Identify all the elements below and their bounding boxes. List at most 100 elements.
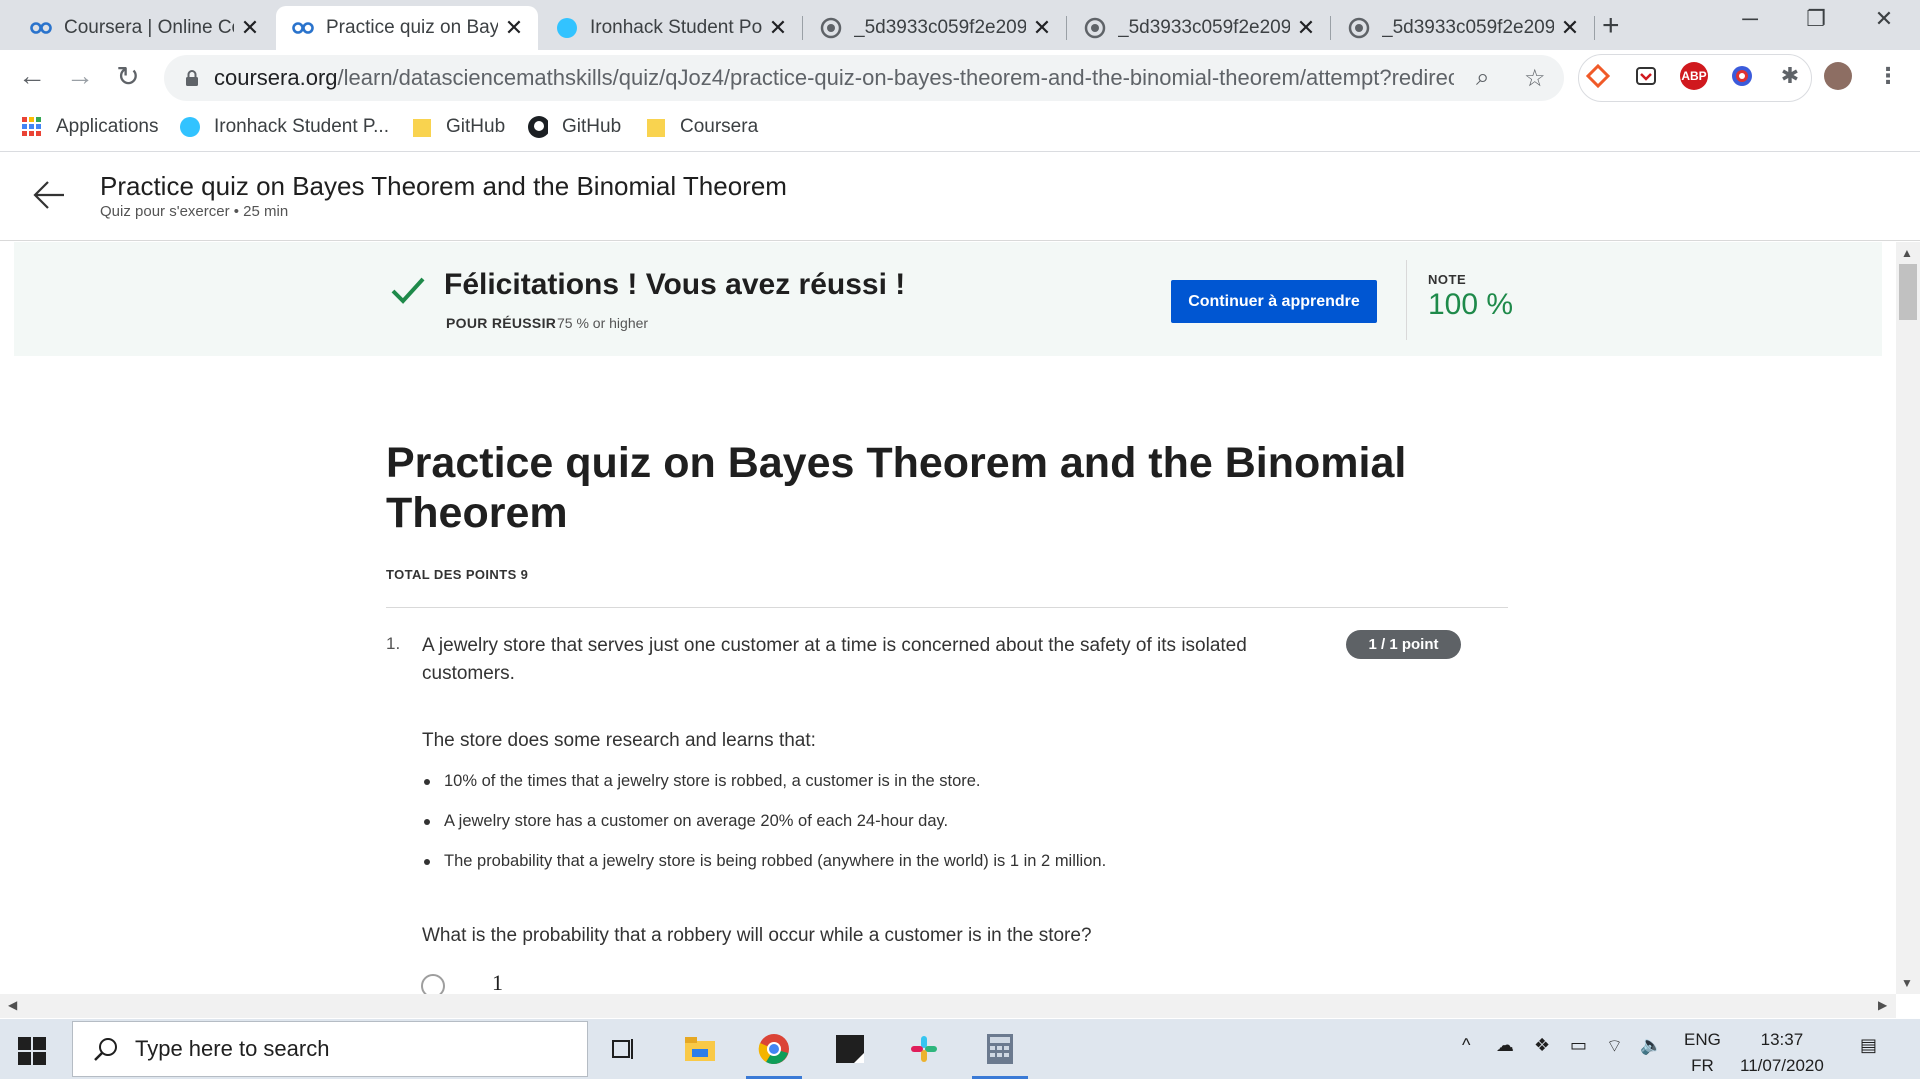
url-text: coursera.org/learn/datasciencemathskills… [214, 65, 1454, 91]
facts-list: 10% of the times that a jewelry store is… [424, 772, 1107, 892]
horizontal-scrollbar[interactable]: ◀ ▶ [0, 994, 1896, 1018]
globe-icon [1084, 17, 1106, 39]
close-icon[interactable]: ✕ [1032, 15, 1052, 41]
bookmark-label: Ironhack Student P... [214, 116, 389, 137]
question-prompt: What is the probability that a robbery w… [422, 925, 1092, 946]
windows-start-icon[interactable] [18, 1037, 46, 1065]
extensions-puzzle-icon[interactable]: ✱ [1776, 62, 1804, 90]
bookmark-github[interactable]: GitHub [528, 116, 621, 138]
calculator-icon[interactable] [972, 1031, 1028, 1079]
tab-separator [1066, 16, 1067, 40]
continue-learning-button[interactable]: Continuer à apprendre [1171, 280, 1377, 323]
scroll-left-icon[interactable]: ◀ [8, 998, 17, 1012]
profile-avatar[interactable] [1824, 62, 1852, 90]
bookmark-github-folder[interactable]: GitHub [412, 116, 505, 138]
minimize-icon[interactable]: ─ [1730, 6, 1770, 32]
fact-text: 10% of the times that a jewelry store is… [444, 772, 981, 790]
question-number: 1. [386, 634, 401, 653]
volume-icon[interactable]: 🔈 [1640, 1035, 1662, 1056]
close-icon[interactable]: ✕ [1560, 15, 1580, 41]
scroll-down-icon[interactable]: ▼ [1901, 976, 1913, 990]
total-points: TOTAL DES POINTS 9 [386, 567, 529, 582]
chrome-icon[interactable] [746, 1031, 802, 1079]
scroll-up-icon[interactable]: ▲ [1901, 246, 1913, 260]
checkmark-icon [388, 270, 428, 310]
ironhack-icon [180, 117, 200, 137]
close-icon[interactable]: ✕ [768, 15, 788, 41]
url-domain: coursera.org [214, 65, 338, 90]
notifications-icon[interactable]: ▤ [1860, 1035, 1877, 1056]
list-item: The probability that a jewelry store is … [424, 852, 1107, 892]
tab-coursera-home[interactable]: Coursera | Online Co ✕ [14, 6, 274, 50]
windows-taskbar: Type here to search ^ ☁ ❖ ▭ ⌔ 🔈 ENG FR 13… [0, 1019, 1920, 1079]
menu-dots-icon[interactable]: ⋮ [1874, 62, 1902, 90]
tab-practice-quiz[interactable]: Practice quiz on Baye ✕ [276, 6, 538, 50]
browser-tab-strip: Coursera | Online Co ✕ Practice quiz on … [0, 0, 1920, 50]
grade-label: NOTE [1428, 272, 1467, 287]
language-indicator[interactable]: ENG FR [1684, 1027, 1721, 1079]
file-explorer-icon[interactable] [682, 1031, 718, 1067]
reload-icon[interactable]: ↻ [110, 60, 146, 93]
fact-text: The probability that a jewelry store is … [444, 852, 1107, 870]
divider [386, 607, 1508, 608]
list-item: 10% of the times that a jewelry store is… [424, 772, 1106, 812]
pocket-icon[interactable] [1632, 62, 1660, 90]
wifi-icon[interactable]: ⌔ [1606, 1035, 1623, 1058]
close-icon[interactable]: ✕ [504, 15, 524, 41]
brave-talk-icon[interactable] [1584, 62, 1612, 90]
bookmark-coursera-folder[interactable]: Coursera [646, 116, 758, 138]
tab-title: _5d3933c059f2e2098 [854, 17, 1026, 38]
clock-date: 11/07/2020 [1740, 1056, 1824, 1075]
scroll-right-icon[interactable]: ▶ [1878, 998, 1887, 1012]
bookmark-ironhack[interactable]: Ironhack Student P... [180, 116, 389, 138]
bookmark-star-icon[interactable]: ☆ [1524, 64, 1546, 93]
tab-file-2[interactable]: _5d3933c059f2e209€ ✕ [1068, 6, 1330, 50]
slack-icon[interactable] [906, 1031, 942, 1067]
tab-file-3[interactable]: _5d3933c059f2e209€ ✕ [1332, 6, 1594, 50]
dropbox-icon[interactable]: ❖ [1534, 1035, 1550, 1056]
task-view-icon[interactable] [606, 1031, 642, 1067]
quiz-header: Practice quiz on Bayes Theorem and the B… [0, 153, 1920, 241]
question-text: A jewelry store that serves just one cus… [422, 635, 1247, 684]
back-arrow-icon[interactable] [30, 175, 70, 215]
fact-text: A jewelry store has a customer on averag… [444, 812, 949, 830]
banner-divider [1406, 260, 1407, 340]
pass-threshold-value: 75 % or higher [557, 315, 649, 331]
new-tab-icon[interactable]: + [1602, 9, 1620, 43]
bullet-icon [424, 779, 430, 785]
address-bar[interactable]: coursera.org/learn/datasciencemathskills… [164, 55, 1564, 101]
globe-icon [1348, 17, 1370, 39]
close-window-icon[interactable]: ✕ [1864, 6, 1904, 32]
forward-icon[interactable]: → [62, 60, 98, 92]
battery-icon[interactable]: ▭ [1570, 1035, 1587, 1056]
color-picker-icon[interactable] [1728, 62, 1756, 90]
bookmark-label: Coursera [680, 116, 759, 137]
tab-title: Practice quiz on Baye [326, 17, 498, 38]
adblock-plus-icon[interactable]: ABP [1680, 62, 1708, 90]
back-icon[interactable]: ← [14, 60, 50, 92]
close-icon[interactable]: ✕ [240, 15, 260, 41]
onedrive-icon[interactable]: ☁ [1496, 1035, 1514, 1056]
close-icon[interactable]: ✕ [1296, 15, 1316, 41]
answer-option-label[interactable]: 1 [492, 970, 503, 994]
bookmarks-bar: Applications Ironhack Student P... GitHu… [0, 106, 1920, 152]
bookmark-label: GitHub [562, 116, 622, 137]
zoom-icon[interactable]: ⌕ [1476, 64, 1489, 92]
restore-icon[interactable]: ❐ [1796, 6, 1836, 32]
taskbar-search[interactable]: Type here to search [72, 1021, 588, 1077]
bookmark-label: GitHub [446, 116, 506, 137]
tab-ironhack[interactable]: Ironhack Student Por ✕ [540, 6, 802, 50]
sticky-notes-icon[interactable] [832, 1031, 868, 1067]
tray-chevron-icon[interactable]: ^ [1462, 1035, 1470, 1056]
answer-radio[interactable] [421, 974, 445, 994]
bullet-icon [424, 819, 430, 825]
quiz-content: Félicitations ! Vous avez réussi ! POUR … [0, 242, 1896, 994]
scrollbar-thumb[interactable] [1899, 264, 1917, 320]
tab-title: _5d3933c059f2e209€ [1118, 17, 1290, 38]
tab-file-1[interactable]: _5d3933c059f2e2098 ✕ [804, 6, 1066, 50]
system-clock[interactable]: 13:37 11/07/2020 [1740, 1027, 1824, 1079]
lang-top: ENG [1684, 1030, 1721, 1049]
bookmark-applications[interactable]: Applications [22, 116, 158, 138]
tab-title: Ironhack Student Por [590, 17, 762, 38]
vertical-scrollbar[interactable]: ▲ ▼ [1896, 242, 1920, 994]
